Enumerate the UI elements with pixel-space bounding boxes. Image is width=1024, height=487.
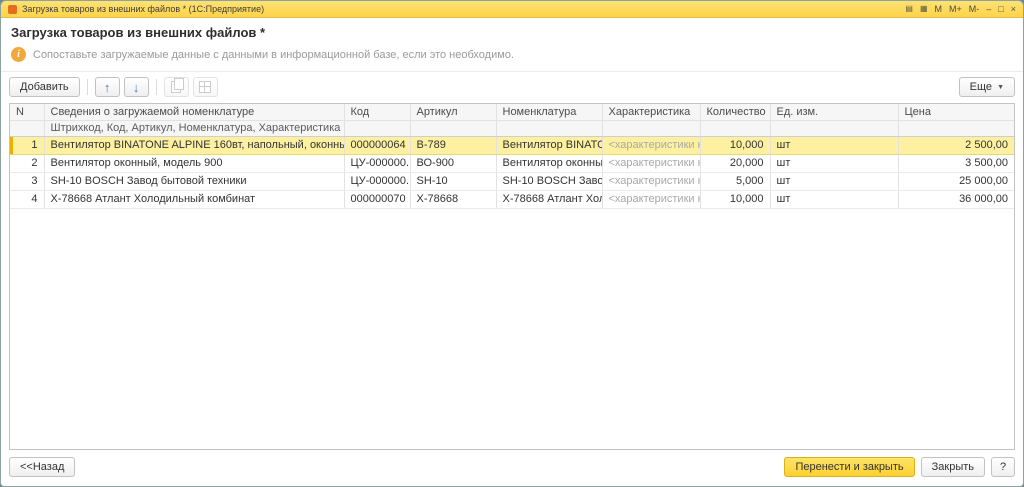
- cell-code[interactable]: ЦУ-000000...: [344, 154, 410, 172]
- cell-info[interactable]: Вентилятор оконный, модель 900: [44, 154, 344, 172]
- cell-article[interactable]: SH-10: [410, 172, 496, 190]
- cell-unit[interactable]: шт: [770, 172, 898, 190]
- column-header-price[interactable]: Цена: [898, 104, 1014, 120]
- cell-article[interactable]: ВО-900: [410, 154, 496, 172]
- cell-article[interactable]: Х-78668: [410, 190, 496, 208]
- cell-article[interactable]: В-789: [410, 136, 496, 154]
- more-button[interactable]: Еще ▼: [959, 77, 1015, 97]
- hint-row: i Сопоставьте загружаемые данные с данны…: [1, 40, 1023, 72]
- window-title: Загрузка товаров из внешних файлов * (1С…: [22, 4, 900, 14]
- cell-quantity[interactable]: 20,000: [700, 154, 770, 172]
- maximize-button[interactable]: □: [998, 4, 1003, 14]
- back-button[interactable]: <<Назад: [9, 457, 75, 477]
- app-window: Загрузка товаров из внешних файлов * (1С…: [0, 0, 1024, 487]
- table-body: 1 Вентилятор BINATONE ALPINE 160вт, напо…: [10, 136, 1014, 208]
- footer-bar: <<Назад Перенести и закрыть Закрыть ?: [1, 450, 1023, 486]
- page-header: Загрузка товаров из внешних файлов *: [1, 18, 1023, 40]
- cell-code[interactable]: 000000070: [344, 190, 410, 208]
- grid-icon[interactable]: ▦: [920, 4, 928, 14]
- column-header-quantity[interactable]: Количество: [700, 104, 770, 120]
- cell-n[interactable]: 3: [10, 172, 44, 190]
- chevron-down-icon: ▼: [997, 84, 1004, 91]
- memory-plus-button[interactable]: M+: [949, 4, 962, 14]
- cell-unit[interactable]: шт: [770, 154, 898, 172]
- column-subheader-info: Штрихкод, Код, Артикул, Номенклатура, Ха…: [44, 120, 344, 136]
- close-form-button[interactable]: Закрыть: [921, 457, 985, 477]
- memory-button[interactable]: M: [935, 4, 943, 14]
- column-header-code[interactable]: Код: [344, 104, 410, 120]
- table-row[interactable]: 2 Вентилятор оконный, модель 900 ЦУ-0000…: [10, 154, 1014, 172]
- minimize-button[interactable]: –: [986, 4, 991, 14]
- move-up-button[interactable]: ↑: [95, 77, 120, 97]
- toolbar-separator: [87, 79, 88, 95]
- column-header-info[interactable]: Сведения о загружаемой номенклатуре: [44, 104, 344, 120]
- close-button[interactable]: ×: [1011, 4, 1016, 14]
- cell-price[interactable]: 25 000,00: [898, 172, 1014, 190]
- cell-n[interactable]: 4: [10, 190, 44, 208]
- cell-nomenclature[interactable]: Вентилятор BINATON...: [496, 136, 602, 154]
- table-row[interactable]: 4 Х-78668 Атлант Холодильный комбинат 00…: [10, 190, 1014, 208]
- table-icon: [199, 81, 211, 93]
- arrow-down-icon: ↓: [133, 81, 140, 94]
- cell-characteristic[interactable]: <характеристики не и...: [602, 136, 700, 154]
- cell-nomenclature[interactable]: Вентилятор оконный,...: [496, 154, 602, 172]
- cell-info[interactable]: SH-10 BOSCH Завод бытовой техники: [44, 172, 344, 190]
- cell-n[interactable]: 2: [10, 154, 44, 172]
- cell-quantity[interactable]: 5,000: [700, 172, 770, 190]
- column-subheader-empty: [10, 120, 44, 136]
- column-header-unit[interactable]: Ед. изм.: [770, 104, 898, 120]
- cell-characteristic[interactable]: <характеристики не и...: [602, 190, 700, 208]
- transfer-and-close-button[interactable]: Перенести и закрыть: [784, 457, 914, 477]
- table-row[interactable]: 3 SH-10 BOSCH Завод бытовой техники ЦУ-0…: [10, 172, 1014, 190]
- cell-price[interactable]: 36 000,00: [898, 190, 1014, 208]
- cell-code[interactable]: ЦУ-000000...: [344, 172, 410, 190]
- cell-code[interactable]: 000000064: [344, 136, 410, 154]
- page-title: Загрузка товаров из внешних файлов *: [11, 25, 1013, 40]
- copy-icon: [171, 81, 181, 93]
- window-titlebar: Загрузка товаров из внешних файлов * (1С…: [1, 1, 1023, 18]
- cell-nomenclature[interactable]: Х-78668 Атлант Холо...: [496, 190, 602, 208]
- column-header-characteristic[interactable]: Характеристика: [602, 104, 700, 120]
- fill-table-button: [193, 77, 218, 97]
- toolbar-separator: [156, 79, 157, 95]
- cell-n[interactable]: 1: [10, 136, 44, 154]
- cell-nomenclature[interactable]: SH-10 BOSCH Завод...: [496, 172, 602, 190]
- items-table-frame: N Сведения о загружаемой номенклатуре Ко…: [9, 103, 1015, 450]
- column-header-article[interactable]: Артикул: [410, 104, 496, 120]
- cell-quantity[interactable]: 10,000: [700, 190, 770, 208]
- move-down-button[interactable]: ↓: [124, 77, 149, 97]
- cell-quantity[interactable]: 10,000: [700, 136, 770, 154]
- cell-info[interactable]: Вентилятор BINATONE ALPINE 160вт, наполь…: [44, 136, 344, 154]
- cell-characteristic[interactable]: <характеристики не и...: [602, 172, 700, 190]
- info-icon: i: [11, 47, 26, 62]
- column-header-n[interactable]: N: [10, 104, 44, 120]
- cell-unit[interactable]: шт: [770, 136, 898, 154]
- items-table: N Сведения о загружаемой номенклатуре Ко…: [10, 104, 1014, 209]
- panel-icon[interactable]: ▤: [905, 4, 913, 14]
- copy-button: [164, 77, 189, 97]
- toolbar: Добавить ↑ ↓ Еще ▼: [1, 72, 1023, 103]
- hint-text: Сопоставьте загружаемые данные с данными…: [33, 49, 514, 61]
- cell-price[interactable]: 3 500,00: [898, 154, 1014, 172]
- help-button[interactable]: ?: [991, 457, 1015, 477]
- column-header-nomenclature[interactable]: Номенклатура: [496, 104, 602, 120]
- cell-unit[interactable]: шт: [770, 190, 898, 208]
- more-label: Еще: [970, 81, 992, 93]
- 1c-app-icon: [8, 5, 17, 14]
- table-header: N Сведения о загружаемой номенклатуре Ко…: [10, 104, 1014, 136]
- table-row[interactable]: 1 Вентилятор BINATONE ALPINE 160вт, напо…: [10, 136, 1014, 154]
- cell-characteristic[interactable]: <характеристики не и...: [602, 154, 700, 172]
- cell-price[interactable]: 2 500,00: [898, 136, 1014, 154]
- cell-info[interactable]: Х-78668 Атлант Холодильный комбинат: [44, 190, 344, 208]
- arrow-up-icon: ↑: [104, 81, 111, 94]
- add-button[interactable]: Добавить: [9, 77, 80, 97]
- memory-minus-button[interactable]: M-: [969, 4, 980, 14]
